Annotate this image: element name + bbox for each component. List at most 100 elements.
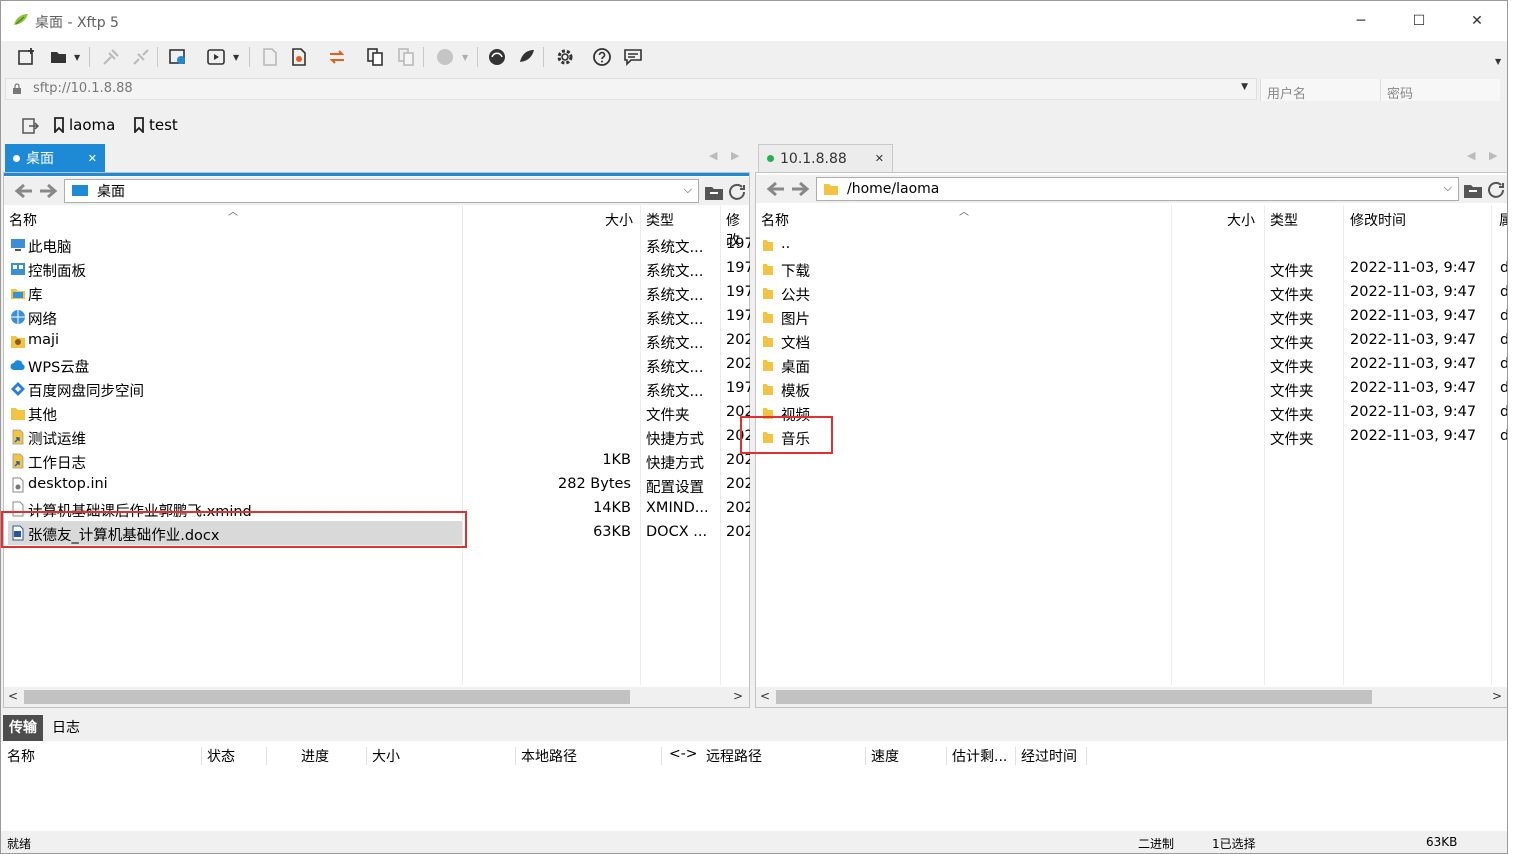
minimize-button[interactable]: ─ — [1346, 9, 1376, 33]
local-path-input[interactable]: 桌面 ⌵ — [64, 179, 699, 203]
remote-horizontal-scrollbar[interactable]: < > — [756, 687, 1507, 707]
scrollbar-thumb[interactable] — [24, 690, 630, 704]
scroll-right-arrow-icon[interactable]: > — [1492, 689, 1502, 703]
close-button[interactable]: ✕ — [1462, 9, 1492, 33]
toolbar-overflow-icon[interactable]: ▼ — [1495, 57, 1501, 66]
path-dropdown-icon[interactable]: ⌵ — [684, 183, 692, 197]
close-tab-icon[interactable]: ✕ — [875, 152, 884, 165]
file-row[interactable]: 网络 系统文... 197 — [4, 305, 750, 329]
address-dropdown-icon[interactable]: ▼ — [1241, 82, 1248, 92]
chat-icon[interactable] — [621, 45, 645, 69]
paste-icon[interactable] — [394, 45, 418, 69]
bookmark-laoma[interactable]: laoma — [53, 116, 115, 134]
file-row[interactable]: WPS云盘 系统文... 202 — [4, 353, 750, 377]
transfer-col-progress[interactable]: 进度 — [301, 746, 329, 766]
file-row[interactable]: 测试运维快捷方式202 — [4, 425, 750, 449]
refresh-icon[interactable] — [1487, 181, 1507, 199]
open-folder-icon[interactable] — [47, 45, 71, 69]
file-row[interactable]: 公共 文件夹 2022-11-03, 9:47 d — [756, 281, 1507, 305]
new-file-icon[interactable] — [258, 45, 282, 69]
transfer-col-speed[interactable]: 速度 — [871, 746, 899, 766]
column-name[interactable]: 名称 — [761, 210, 789, 230]
refresh-icon[interactable] — [728, 183, 748, 201]
tab-transfer[interactable]: 传输 — [3, 715, 43, 741]
folder-up-icon[interactable] — [1463, 181, 1483, 199]
column-name[interactable]: 名称 — [9, 210, 37, 230]
scroll-left-arrow-icon[interactable]: < — [760, 689, 770, 703]
xshell-icon[interactable] — [485, 45, 509, 69]
links-arrow-icon[interactable] — [21, 117, 39, 135]
open-dropdown-icon[interactable]: ▼ — [74, 53, 80, 62]
tab-scroll-left-icon[interactable]: ◀ — [709, 149, 717, 162]
column-permissions[interactable]: 属 — [1499, 210, 1507, 230]
forward-arrow-icon[interactable] — [38, 183, 58, 199]
xmanager-icon[interactable] — [515, 45, 539, 69]
tab-scroll-left-icon[interactable]: ◀ — [1467, 149, 1475, 162]
help-icon[interactable] — [590, 45, 614, 69]
transfer-col-remaining[interactable]: 估计剩... — [952, 746, 1007, 766]
tab-remote-host[interactable]: 10.1.8.88 ✕ — [758, 144, 893, 172]
back-arrow-icon[interactable] — [14, 183, 34, 199]
tab-local-desktop[interactable]: 桌面 ✕ — [5, 144, 105, 172]
transfer-col-elapsed[interactable]: 经过时间 — [1021, 746, 1077, 766]
file-row[interactable]: 控制面板 系统文... 197 — [4, 257, 750, 281]
transfer-col-size[interactable]: 大小 — [372, 746, 400, 766]
file-row[interactable]: 工作日志 1KB 快捷方式 202 — [4, 449, 750, 473]
new-session-icon[interactable] — [15, 45, 39, 69]
remote-path-input[interactable]: /home/laoma ⌵ — [816, 177, 1459, 201]
connect-icon[interactable] — [99, 45, 123, 69]
gear-icon[interactable] — [553, 45, 577, 69]
file-row[interactable]: 视频文件夹2022-11-03, 9:47d — [756, 401, 1507, 425]
back-arrow-icon[interactable] — [766, 181, 786, 197]
scroll-left-arrow-icon[interactable]: < — [8, 689, 18, 703]
folder-up-icon[interactable] — [704, 183, 724, 201]
transfer-mode[interactable]: 二进制 — [1138, 835, 1174, 852]
file-row[interactable]: 库 系统文... 197 — [4, 281, 750, 305]
file-row[interactable]: maji 系统文... 202 — [4, 329, 750, 353]
transfer-col-remote-path[interactable]: 远程路径 — [706, 746, 762, 766]
file-row[interactable]: .. — [756, 233, 1507, 257]
file-row[interactable]: 文档 文件夹 2022-11-03, 9:47 d — [756, 329, 1507, 353]
scroll-right-arrow-icon[interactable]: > — [733, 689, 743, 703]
column-type[interactable]: 类型 — [1270, 210, 1298, 230]
file-row[interactable]: 下载 文件夹 2022-11-03, 9:47 d — [756, 257, 1507, 281]
file-row[interactable]: 百度网盘同步空间 系统文... 197 — [4, 377, 750, 401]
column-type[interactable]: 类型 — [646, 210, 674, 230]
tab-scroll-right-icon[interactable]: ▶ — [1489, 149, 1497, 162]
column-size[interactable]: 大小 — [605, 210, 633, 230]
tab-log[interactable]: 日志 — [46, 715, 86, 741]
column-size[interactable]: 大小 — [1227, 210, 1255, 230]
globe-dropdown-icon[interactable]: ▼ — [462, 53, 468, 62]
transfer-col-name[interactable]: 名称 — [7, 746, 35, 766]
text-file-icon[interactable] — [287, 45, 311, 69]
local-horizontal-scrollbar[interactable]: < > — [4, 687, 749, 707]
session-properties-icon[interactable] — [166, 45, 190, 69]
disconnect-icon[interactable] — [129, 45, 153, 69]
forward-arrow-icon[interactable] — [790, 181, 810, 197]
file-row[interactable]: desktop.ini 282 Bytes 配置设置 202 — [4, 473, 750, 497]
file-row[interactable]: 其他文件夹202 — [4, 401, 750, 425]
scrollbar-thumb[interactable] — [776, 690, 1372, 704]
address-bar[interactable]: sftp://10.1.8.88 ▼ — [5, 78, 1257, 100]
maximize-button[interactable]: ☐ — [1404, 9, 1434, 33]
bookmark-test[interactable]: test — [133, 116, 178, 134]
transfer-queue-icon[interactable] — [204, 45, 228, 69]
file-row[interactable]: 此电脑 系统文... 197 — [4, 233, 750, 257]
username-field[interactable]: 用户名 — [1260, 79, 1380, 102]
transfer-col-direction[interactable]: <-> — [669, 746, 698, 762]
file-row[interactable]: 音乐文件夹2022-11-03, 9:47d — [756, 425, 1507, 449]
file-row[interactable]: 模板 文件夹 2022-11-03, 9:47 dr — [756, 377, 1507, 401]
sync-icon[interactable] — [325, 45, 349, 69]
globe-icon[interactable] — [433, 45, 457, 69]
tab-scroll-right-icon[interactable]: ▶ — [731, 149, 739, 162]
transfer-dropdown-icon[interactable]: ▼ — [233, 53, 239, 62]
transfer-col-status[interactable]: 状态 — [207, 746, 235, 766]
column-modified[interactable]: 修改时间 — [1350, 210, 1406, 230]
password-field[interactable]: 密码 — [1380, 79, 1500, 102]
close-tab-icon[interactable]: ✕ — [88, 152, 97, 165]
copy-icon[interactable] — [363, 45, 387, 69]
path-dropdown-icon[interactable]: ⌵ — [1444, 181, 1452, 195]
file-row[interactable]: 桌面 文件夹 2022-11-03, 9:47 d — [756, 353, 1507, 377]
file-row[interactable]: 图片 文件夹 2022-11-03, 9:47 d — [756, 305, 1507, 329]
transfer-col-local-path[interactable]: 本地路径 — [521, 746, 577, 766]
